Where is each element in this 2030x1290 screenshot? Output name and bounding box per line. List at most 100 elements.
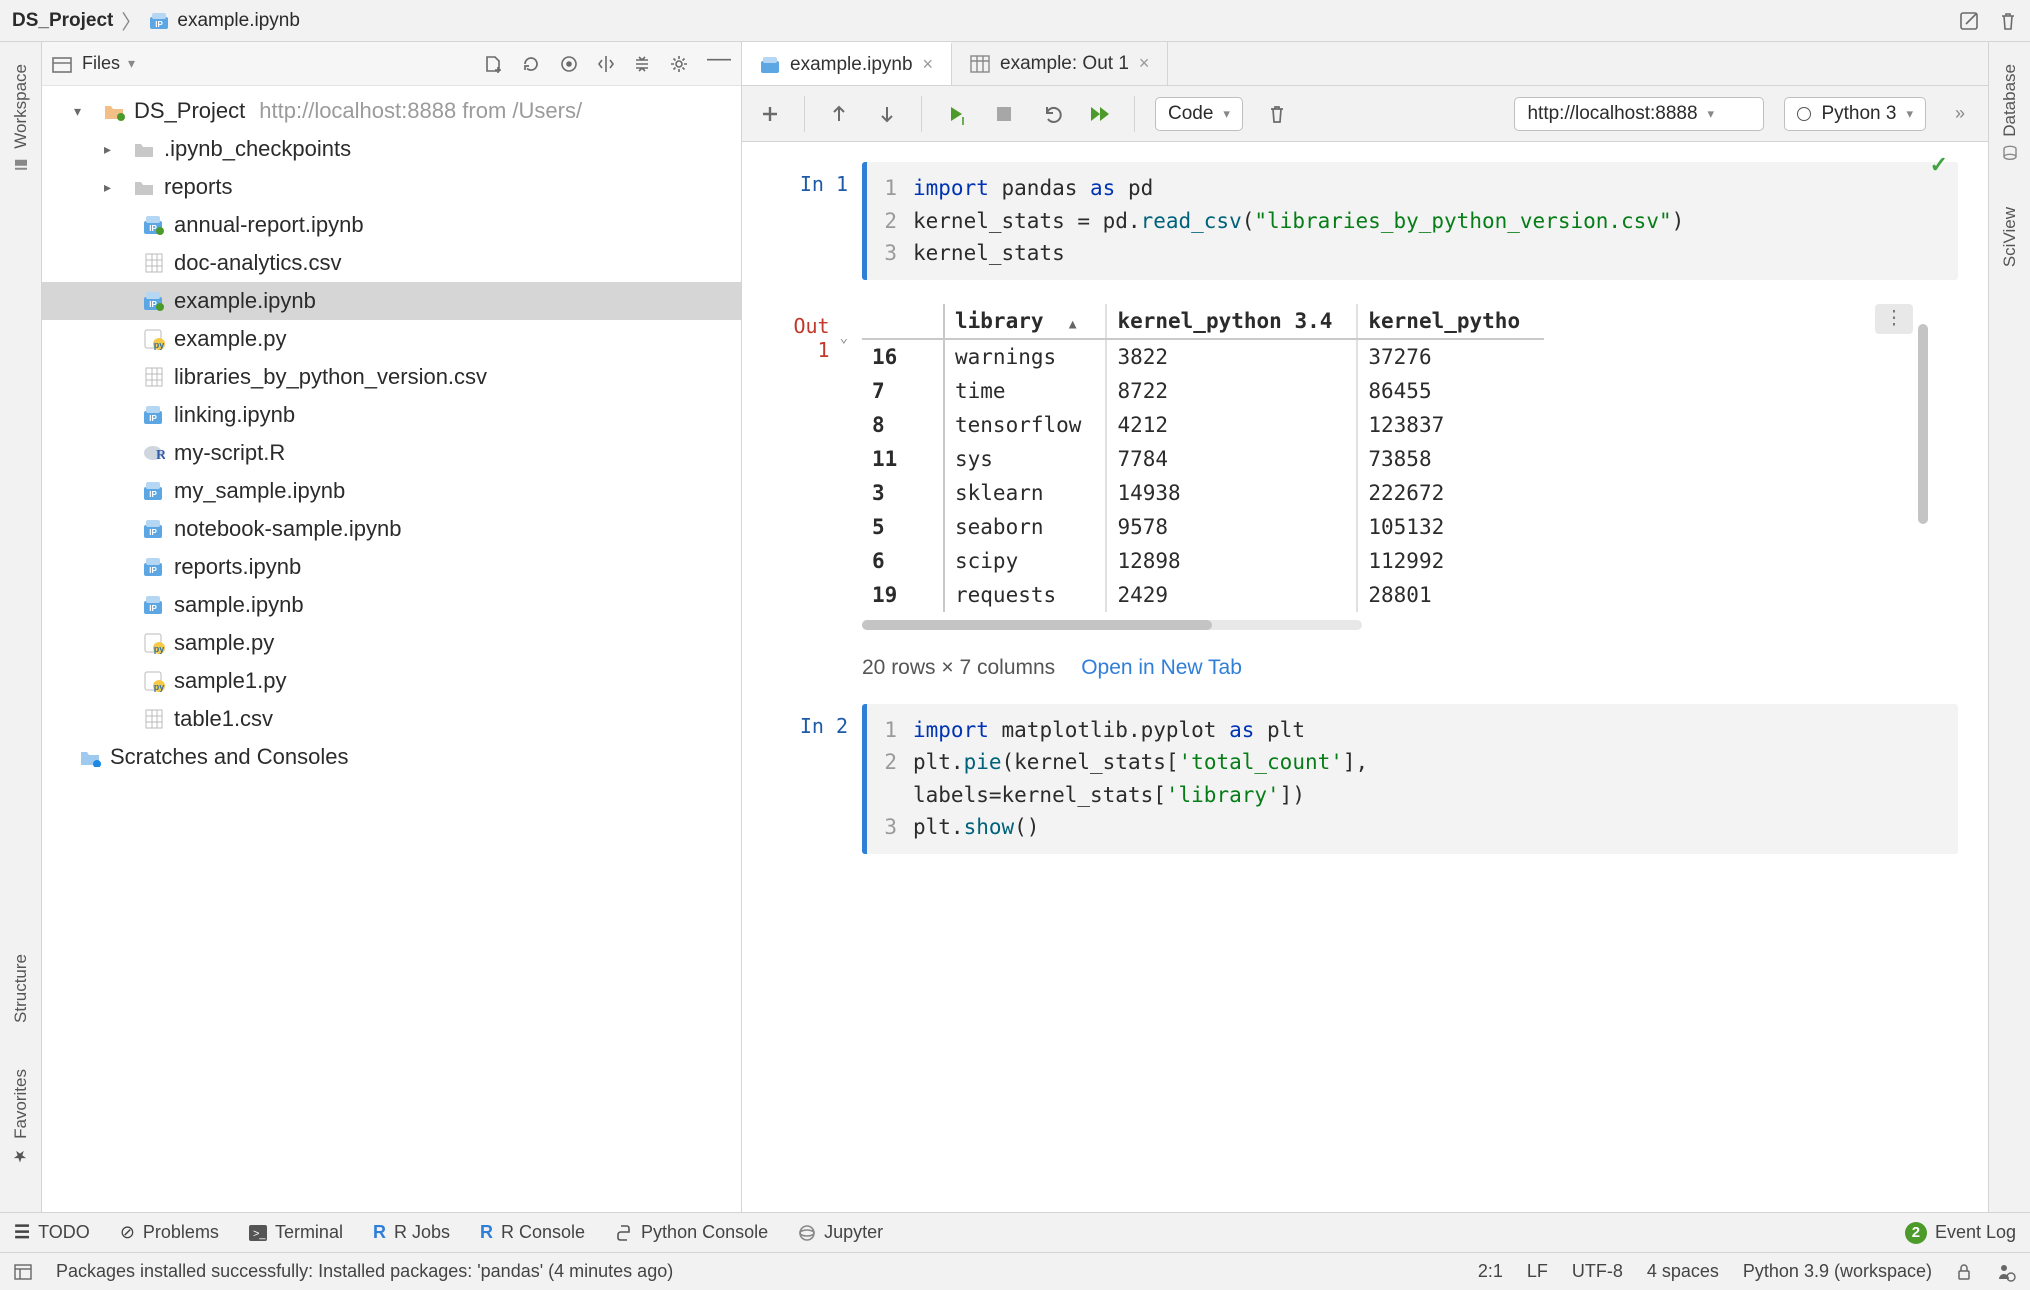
tree-file[interactable]: IPsample.ipynb (42, 586, 741, 624)
status-encoding[interactable]: UTF-8 (1572, 1261, 1623, 1282)
delete-cell-icon[interactable] (1263, 100, 1291, 128)
right-tool-strip: Database SciView (1988, 42, 2030, 1212)
check-ok-icon: ✓ (1930, 152, 1948, 178)
dataframe-table[interactable]: library ▲kernel_python 3.4kernel_pytho16… (862, 304, 1544, 612)
status-indent[interactable]: 4 spaces (1647, 1261, 1719, 1282)
svg-text:IP: IP (149, 414, 157, 423)
rconsole-tool[interactable]: RR Console (480, 1222, 585, 1243)
profile-gear-icon[interactable] (1996, 1262, 2016, 1282)
eventlog-tool[interactable]: 2Event Log (1905, 1222, 2016, 1244)
jupyter-tool[interactable]: Jupyter (798, 1222, 883, 1243)
cell-in-1[interactable]: In 11import pandas as pd2kernel_stats = … (772, 162, 1958, 280)
pyconsole-tool[interactable]: Python Console (615, 1222, 768, 1243)
notebook-body[interactable]: ✓ In 11import pandas as pd2kernel_stats … (742, 142, 1988, 1212)
table-row[interactable]: 5seaborn9578105132 (862, 510, 1544, 544)
svg-text:py: py (154, 644, 165, 654)
scrollbar[interactable] (1918, 324, 1928, 524)
lock-icon[interactable] (1956, 1263, 1972, 1281)
svg-text:IP: IP (149, 528, 157, 537)
status-position[interactable]: 2:1 (1478, 1261, 1503, 1282)
close-icon[interactable]: × (1139, 53, 1150, 74)
server-select[interactable]: http://localhost:8888 ▾ (1514, 97, 1764, 131)
code-block[interactable]: 1import pandas as pd2kernel_stats = pd.r… (862, 162, 1958, 280)
gear-icon[interactable] (669, 54, 689, 74)
tree-scratches[interactable]: Scratches and Consoles (42, 738, 741, 776)
table-header[interactable]: kernel_python 3.4 (1106, 304, 1357, 339)
tree-file[interactable]: pysample.py (42, 624, 741, 662)
favorites-tool[interactable]: ★Favorites (11, 1059, 31, 1176)
target-icon[interactable] (559, 54, 579, 74)
editor-tab[interactable]: example: Out 1× (952, 42, 1168, 85)
tree-file[interactable]: pyexample.py (42, 320, 741, 358)
table-row[interactable]: 16warnings382237276 (862, 339, 1544, 374)
add-cell-icon[interactable] (756, 100, 784, 128)
terminal-tool[interactable]: >_Terminal (249, 1222, 343, 1243)
tree-file[interactable]: Rmy-script.R (42, 434, 741, 472)
table-row[interactable]: 3sklearn14938222672 (862, 476, 1544, 510)
file-tree[interactable]: ▾DS_Projecthttp://localhost:8888 from /U… (42, 86, 741, 1212)
notebook-icon: IP (149, 11, 169, 31)
new-file-icon[interactable] (483, 54, 503, 74)
stop-icon[interactable] (990, 100, 1018, 128)
status-eol[interactable]: LF (1527, 1261, 1548, 1282)
tree-folder[interactable]: ▸.ipynb_checkpoints (42, 130, 741, 168)
workspace-tool[interactable]: Workspace (11, 54, 31, 183)
breadcrumb-project[interactable]: DS_Project (12, 10, 113, 32)
table-row[interactable]: 6scipy12898112992 (862, 544, 1544, 578)
h-scrollbar[interactable] (862, 620, 1362, 630)
tree-file[interactable]: IPnotebook-sample.ipynb (42, 510, 741, 548)
chevron-down-icon[interactable]: ⌄ (840, 330, 848, 346)
kernel-select[interactable]: Python 3 ▾ (1784, 97, 1926, 131)
database-tool[interactable]: Database (2000, 54, 2020, 171)
tree-file[interactable]: doc-analytics.csv (42, 244, 741, 282)
move-up-icon[interactable] (825, 100, 853, 128)
tree-root[interactable]: ▾DS_Projecthttp://localhost:8888 from /U… (42, 92, 741, 130)
sciview-tool[interactable]: SciView (2000, 197, 2020, 277)
svg-text:IP: IP (149, 604, 157, 613)
close-icon[interactable]: × (923, 54, 934, 75)
table-row[interactable]: 19requests242928801 (862, 578, 1544, 612)
files-panel-title[interactable]: Files ▾ (82, 53, 135, 74)
rjobs-tool[interactable]: RR Jobs (373, 1222, 450, 1243)
breadcrumb-file[interactable]: example.ipynb (177, 10, 300, 32)
structure-tool[interactable]: Structure (11, 944, 31, 1033)
files-sidebar: Files ▾ — ▾DS_Projecthttp://localhost:88… (42, 42, 742, 1212)
tree-file[interactable]: IPexample.ipynb (42, 282, 741, 320)
code-block[interactable]: 1import matplotlib.pyplot as plt2plt.pie… (862, 704, 1958, 854)
cell-prompt-out[interactable]: Out 1 ⌄ (772, 304, 862, 362)
table-row[interactable]: 8tensorflow4212123837 (862, 408, 1544, 442)
out-menu-icon[interactable]: ⋮ (1875, 304, 1913, 334)
tree-file[interactable]: IPmy_sample.ipynb (42, 472, 741, 510)
divide-icon[interactable] (597, 54, 615, 74)
table-row[interactable]: 11sys778473858 (862, 442, 1544, 476)
table-header[interactable]: library ▲ (944, 304, 1106, 339)
tree-file[interactable]: table1.csv (42, 700, 741, 738)
more-toolbar-icon[interactable]: » (1946, 100, 1974, 128)
minimize-icon[interactable]: — (707, 54, 731, 74)
restart-icon[interactable] (1038, 100, 1066, 128)
run-cell-icon[interactable] (942, 100, 970, 128)
trash-icon[interactable] (1998, 10, 2018, 32)
cell-type-select[interactable]: Code ▾ (1155, 97, 1243, 131)
status-bar: Packages installed successfully: Install… (0, 1252, 2030, 1290)
tree-file[interactable]: pysample1.py (42, 662, 741, 700)
status-interpreter[interactable]: Python 3.9 (workspace) (1743, 1261, 1932, 1282)
run-all-icon[interactable] (1086, 100, 1114, 128)
refresh-icon[interactable] (521, 54, 541, 74)
tree-file[interactable]: libraries_by_python_version.csv (42, 358, 741, 396)
edit-breadcrumb-icon[interactable] (1958, 10, 1980, 32)
table-row[interactable]: 7time872286455 (862, 374, 1544, 408)
problems-tool[interactable]: ⊘Problems (120, 1222, 219, 1243)
status-window-icon[interactable] (14, 1264, 32, 1280)
tree-file[interactable]: IPlinking.ipynb (42, 396, 741, 434)
cell-in-2[interactable]: In 21import matplotlib.pyplot as plt2plt… (772, 704, 1958, 854)
editor-tab[interactable]: example.ipynb× (742, 42, 952, 85)
expand-all-icon[interactable] (633, 54, 651, 74)
todo-tool[interactable]: ☰TODO (14, 1222, 90, 1243)
move-down-icon[interactable] (873, 100, 901, 128)
tree-file[interactable]: IPreports.ipynb (42, 548, 741, 586)
tree-folder[interactable]: ▸reports (42, 168, 741, 206)
tree-file[interactable]: IPannual-report.ipynb (42, 206, 741, 244)
table-header[interactable]: kernel_pytho (1357, 304, 1544, 339)
open-new-tab-link[interactable]: Open in New Tab (1081, 656, 1242, 680)
